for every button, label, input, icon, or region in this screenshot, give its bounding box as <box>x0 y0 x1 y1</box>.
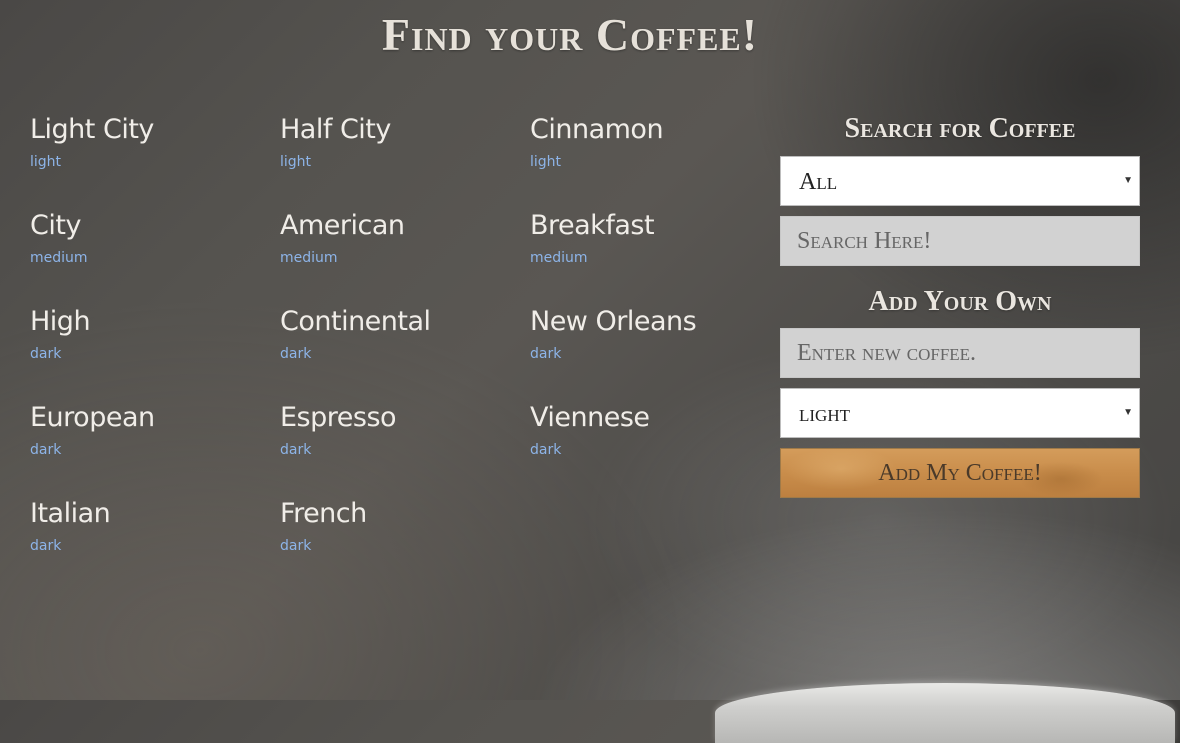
coffee-name[interactable]: Light City <box>30 112 270 148</box>
add-roast-select[interactable]: light ▼ <box>780 388 1140 438</box>
coffee-item: Light City light <box>30 112 270 192</box>
coffee-name[interactable]: French <box>280 496 520 532</box>
coffee-item: Half City light <box>280 112 520 192</box>
coffee-roast[interactable]: light <box>280 152 520 172</box>
coffee-item: French dark <box>280 496 520 576</box>
coffee-item: High dark <box>30 304 270 384</box>
coffee-item: Continental dark <box>280 304 520 384</box>
coffee-roast[interactable]: light <box>30 152 270 172</box>
add-roast-select-value: light <box>799 401 850 427</box>
coffee-roast[interactable]: medium <box>530 248 770 268</box>
search-heading: Search for Coffee <box>844 113 1076 144</box>
coffee-roast[interactable]: medium <box>280 248 520 268</box>
coffee-name[interactable]: Cinnamon <box>530 112 770 148</box>
coffee-roast[interactable]: light <box>530 152 770 172</box>
coffee-name[interactable]: Espresso <box>280 400 520 436</box>
search-roast-select[interactable]: All ▼ <box>780 156 1140 206</box>
coffee-item: American medium <box>280 208 520 288</box>
coffee-list: Light City light Half City light Cinnamo… <box>30 112 780 592</box>
coffee-item: Italian dark <box>30 496 270 576</box>
coffee-name[interactable]: European <box>30 400 270 436</box>
coffee-name[interactable]: Viennese <box>530 400 770 436</box>
add-coffee-button[interactable]: Add My Coffee! <box>780 448 1140 498</box>
add-heading: Add Your Own <box>868 286 1052 317</box>
coffee-roast[interactable]: dark <box>530 440 770 460</box>
coffee-name[interactable]: Half City <box>280 112 520 148</box>
coffee-item: New Orleans dark <box>530 304 770 384</box>
coffee-roast[interactable]: dark <box>30 344 270 364</box>
coffee-cup-image <box>715 683 1175 743</box>
new-coffee-input[interactable] <box>780 328 1140 378</box>
search-roast-select-value: All <box>799 169 838 195</box>
coffee-roast[interactable]: dark <box>280 536 520 556</box>
coffee-name[interactable]: New Orleans <box>530 304 770 340</box>
coffee-name[interactable]: High <box>30 304 270 340</box>
coffee-name[interactable]: Italian <box>30 496 270 532</box>
search-input[interactable] <box>780 216 1140 266</box>
coffee-item: Breakfast medium <box>530 208 770 288</box>
coffee-roast[interactable]: dark <box>280 440 520 460</box>
coffee-item: European dark <box>30 400 270 480</box>
coffee-item: City medium <box>30 208 270 288</box>
coffee-name[interactable]: Breakfast <box>530 208 770 244</box>
coffee-name[interactable]: Continental <box>280 304 520 340</box>
coffee-name[interactable]: American <box>280 208 520 244</box>
coffee-roast[interactable]: dark <box>30 536 270 556</box>
coffee-name[interactable]: City <box>30 208 270 244</box>
coffee-roast[interactable]: dark <box>280 344 520 364</box>
coffee-item: Viennese dark <box>530 400 770 480</box>
chevron-down-icon: ▼ <box>1123 407 1133 418</box>
coffee-roast[interactable]: medium <box>30 248 270 268</box>
chevron-down-icon: ▼ <box>1123 175 1133 186</box>
coffee-roast[interactable]: dark <box>30 440 270 460</box>
page-title: Find your Coffee! <box>381 9 759 60</box>
coffee-item: Cinnamon light <box>530 112 770 192</box>
coffee-roast[interactable]: dark <box>530 344 770 364</box>
coffee-item: Espresso dark <box>280 400 520 480</box>
side-panel: Search for Coffee All ▼ Add Your Own lig… <box>780 112 1140 498</box>
